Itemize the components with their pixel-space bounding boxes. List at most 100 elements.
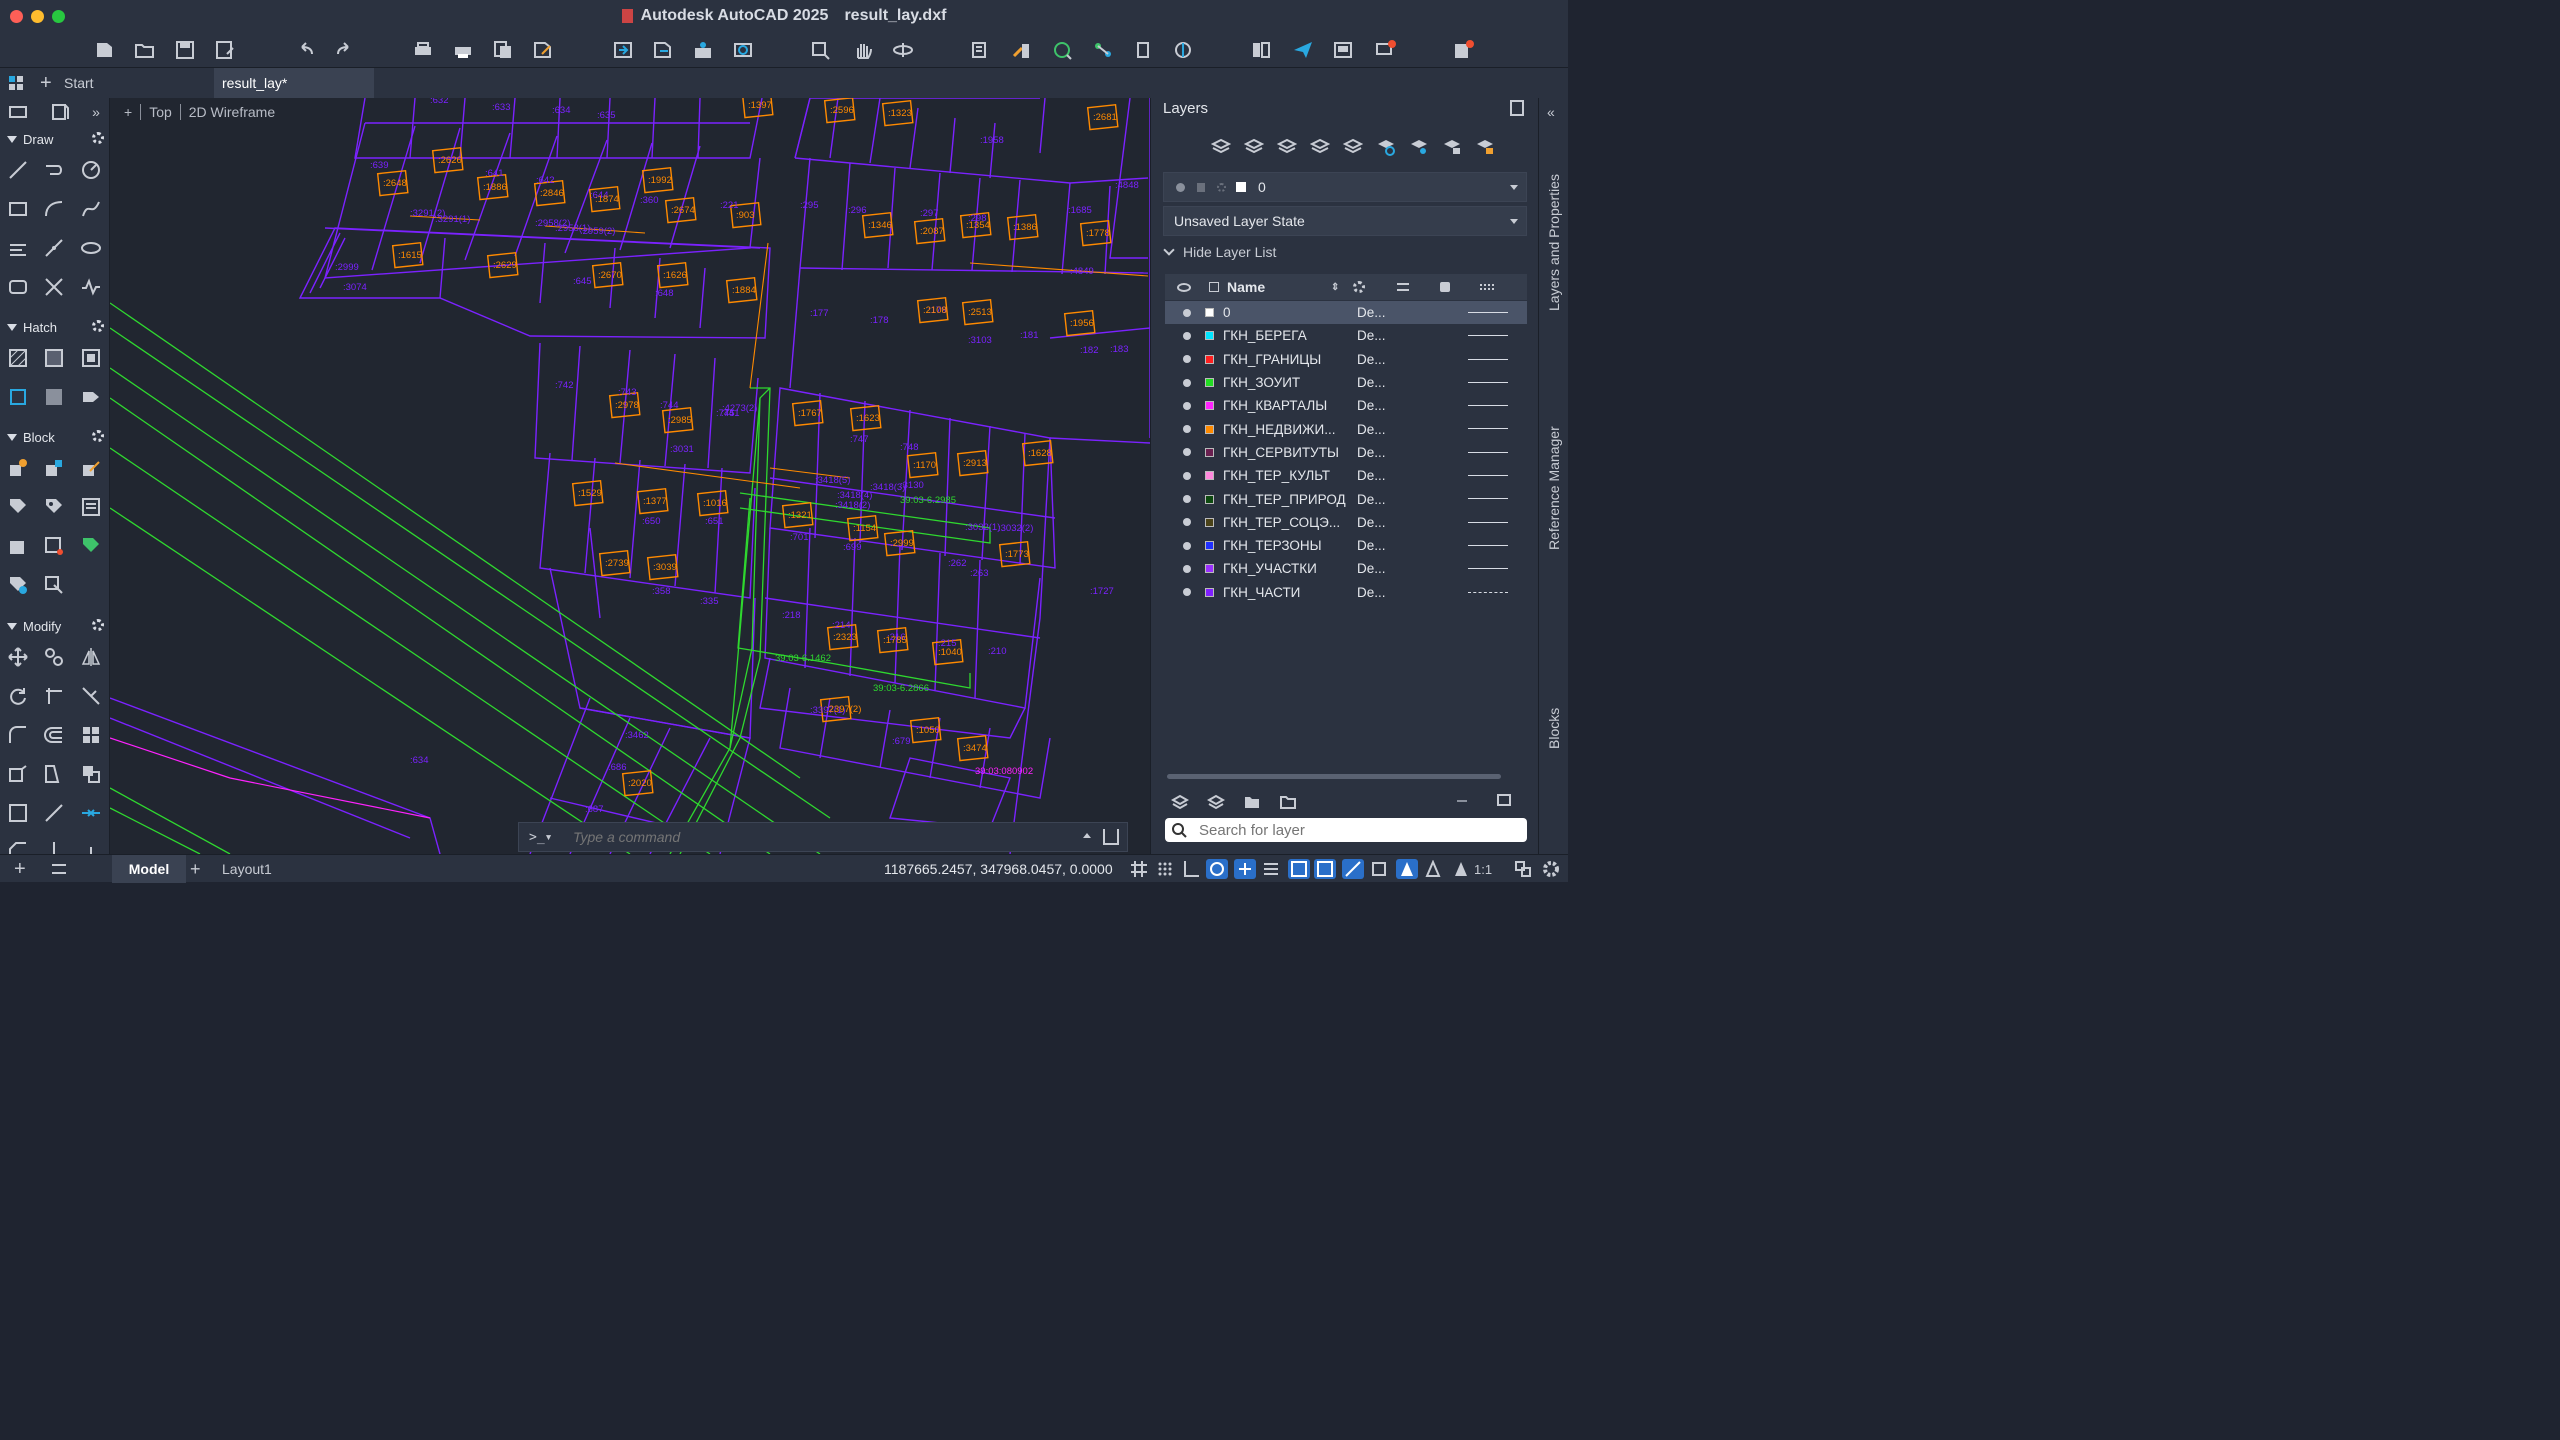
- layer-isolate-icon[interactable]: [1343, 136, 1363, 156]
- layer-linetype[interactable]: [1468, 521, 1508, 523]
- lengthen-icon[interactable]: [40, 836, 68, 854]
- block-editor-icon[interactable]: [77, 454, 105, 482]
- status-column-icon[interactable]: [1209, 282, 1219, 292]
- line-icon[interactable]: [4, 156, 32, 184]
- layer-row[interactable]: ГКН_КВАРТАЛЫ De...: [1165, 394, 1527, 417]
- section-block[interactable]: Block: [0, 426, 109, 448]
- drawing-svg[interactable]: :632:633:634:635:639:641:642:644:360:221…: [110, 98, 1150, 854]
- save-as-icon[interactable]: [212, 38, 238, 62]
- command-history-icon[interactable]: [1083, 833, 1091, 838]
- layer-material[interactable]: De...: [1357, 375, 1397, 390]
- layer-linetype[interactable]: [1468, 335, 1508, 337]
- name-column-header[interactable]: Name: [1227, 279, 1265, 295]
- tab-reference-manager[interactable]: Reference Manager: [1539, 413, 1569, 563]
- layer-color-swatch[interactable]: [1205, 587, 1214, 597]
- layer-color-swatch[interactable]: [1205, 517, 1214, 527]
- layer-linetype[interactable]: [1468, 544, 1508, 546]
- layer-material[interactable]: De...: [1357, 515, 1397, 530]
- section-hatch[interactable]: Hatch: [0, 316, 109, 338]
- rectangle-icon[interactable]: [4, 195, 32, 223]
- layer-linetype[interactable]: [1468, 498, 1508, 500]
- bulb-icon[interactable]: [1183, 425, 1191, 434]
- layer-linetype[interactable]: [1468, 591, 1508, 593]
- gear-icon[interactable]: [92, 132, 104, 144]
- new-layer-vp-icon[interactable]: [1244, 136, 1264, 156]
- layer-color-swatch[interactable]: [1205, 401, 1214, 411]
- connect-icon[interactable]: [1090, 38, 1116, 62]
- layer-linetype[interactable]: [1468, 405, 1508, 407]
- layer-color-swatch[interactable]: [1205, 541, 1214, 551]
- settings-gear-icon[interactable]: [1540, 859, 1562, 879]
- layer-material[interactable]: De...: [1357, 398, 1397, 413]
- annotation-scale-icon[interactable]: [1450, 859, 1472, 879]
- circle-icon[interactable]: [77, 156, 105, 184]
- explode-icon[interactable]: [4, 760, 32, 788]
- scale-icon[interactable]: [77, 760, 105, 788]
- bulb-icon[interactable]: [1183, 564, 1191, 573]
- tab-layers-and-properties[interactable]: Layers and Properties: [1539, 158, 1569, 328]
- drawing-canvas[interactable]: :632:633:634:635:639:641:642:644:360:221…: [110, 98, 1150, 854]
- layer-color-swatch[interactable]: [1205, 447, 1214, 457]
- publish-icon[interactable]: [490, 38, 516, 62]
- layer-walk-icon[interactable]: [1171, 792, 1189, 810]
- layer-lock-icon[interactable]: [1442, 136, 1462, 156]
- expand-palette-icon[interactable]: »: [82, 98, 109, 126]
- region-icon[interactable]: [4, 383, 32, 411]
- bulb-icon[interactable]: [1183, 471, 1191, 480]
- ray-icon[interactable]: [40, 273, 68, 301]
- copy-icon[interactable]: [40, 643, 68, 671]
- bulb-icon[interactable]: [1183, 541, 1191, 550]
- edit-hatch-icon[interactable]: [77, 383, 105, 411]
- bulb-icon[interactable]: [1183, 331, 1191, 340]
- command-input[interactable]: [573, 829, 1063, 845]
- layer-color-swatch[interactable]: [1205, 494, 1214, 504]
- bulb-icon[interactable]: [1183, 401, 1191, 410]
- wipeout-icon[interactable]: [40, 383, 68, 411]
- web-icon[interactable]: [730, 38, 756, 62]
- edit-attributes-icon[interactable]: [4, 571, 32, 599]
- bulb-icon[interactable]: [1183, 518, 1191, 527]
- gradient-icon[interactable]: [40, 344, 68, 372]
- layer-color-swatch[interactable]: [1205, 424, 1214, 434]
- notification-icon[interactable]: [1372, 38, 1398, 62]
- layer-row[interactable]: ГКН_ТЕРЗОНЫ De...: [1165, 534, 1527, 557]
- add-layout-tab-icon[interactable]: +: [190, 855, 201, 883]
- layer-color-swatch[interactable]: [1205, 354, 1214, 364]
- layer-material[interactable]: De...: [1357, 445, 1397, 460]
- match-properties-icon[interactable]: [1008, 38, 1034, 62]
- layer-material[interactable]: De...: [1357, 328, 1397, 343]
- annotation-visibility-icon[interactable]: [1396, 859, 1418, 879]
- undo-icon[interactable]: [292, 38, 318, 62]
- attribute-extract-icon[interactable]: [40, 571, 68, 599]
- layer-state-dropdown[interactable]: Unsaved Layer State: [1163, 206, 1527, 236]
- set-current-icon[interactable]: [1310, 136, 1330, 156]
- ellipse-icon[interactable]: [77, 234, 105, 262]
- layer-row[interactable]: ГКН_ТЕР_КУЛЬТ De...: [1165, 464, 1527, 487]
- properties-icon[interactable]: [968, 38, 994, 62]
- layer-unlock-icon[interactable]: [1475, 136, 1495, 156]
- polar-tracking-icon[interactable]: [1206, 859, 1228, 879]
- minimize-window-button[interactable]: [31, 10, 44, 23]
- collapse-panel-icon[interactable]: «: [1547, 104, 1555, 120]
- tab-start[interactable]: Start: [56, 68, 216, 98]
- layer-search-input[interactable]: [1199, 821, 1519, 839]
- layer-row[interactable]: 0 De...: [1165, 301, 1527, 325]
- break-icon[interactable]: [40, 799, 68, 827]
- folder-icon[interactable]: [1243, 792, 1261, 810]
- layer-off-icon[interactable]: [1409, 136, 1429, 156]
- transparency-icon[interactable]: [1288, 859, 1310, 879]
- layer-material[interactable]: De...: [1357, 352, 1397, 367]
- layer-color-swatch[interactable]: [1205, 308, 1214, 318]
- columns-icon[interactable]: [1497, 794, 1511, 806]
- etransmit-icon[interactable]: [530, 38, 556, 62]
- tab-layout1[interactable]: Layout1: [222, 855, 272, 883]
- grid-icon[interactable]: [1128, 859, 1150, 879]
- bulb-icon[interactable]: [1183, 495, 1191, 504]
- gear-icon[interactable]: [92, 320, 104, 332]
- bulb-icon[interactable]: [1183, 588, 1191, 597]
- new-layer-icon[interactable]: [1211, 136, 1231, 156]
- share-icon[interactable]: [690, 38, 716, 62]
- bulb-icon[interactable]: [1183, 355, 1191, 364]
- trim-icon[interactable]: [40, 682, 68, 710]
- layer-search[interactable]: [1165, 818, 1527, 842]
